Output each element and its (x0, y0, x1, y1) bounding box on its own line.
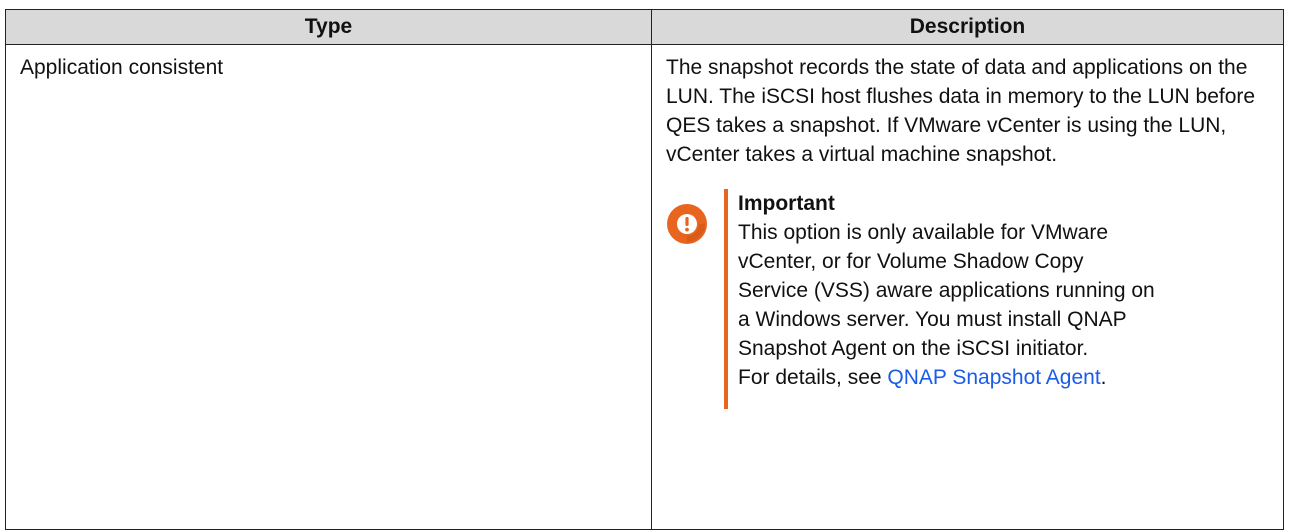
column-header-description: Description (651, 9, 1284, 45)
note-accent-bar (724, 189, 728, 409)
snapshot-type-table: Type Description Application consistent … (5, 9, 1284, 530)
note-body: This option is only available for VMware… (738, 218, 1158, 392)
type-cell: Application consistent (5, 44, 652, 530)
important-note: Important This option is only available … (666, 189, 1271, 409)
description-cell: The snapshot records the state of data a… (651, 44, 1284, 530)
column-header-type: Type (5, 9, 652, 45)
note-body-text: This option is only available for VMware… (738, 221, 1155, 360)
table-header-row: Type Description (5, 9, 1284, 45)
note-title: Important (738, 192, 835, 215)
table-row: Application consistent The snapshot reco… (5, 44, 1284, 530)
note-details-suffix: . (1100, 366, 1107, 389)
qnap-snapshot-agent-link[interactable]: QNAP Snapshot Agent (887, 366, 1100, 389)
description-text: The snapshot records the state of data a… (666, 56, 1256, 166)
note-details-prefix: For details, see (738, 366, 888, 389)
important-exclamation-icon (667, 204, 707, 244)
